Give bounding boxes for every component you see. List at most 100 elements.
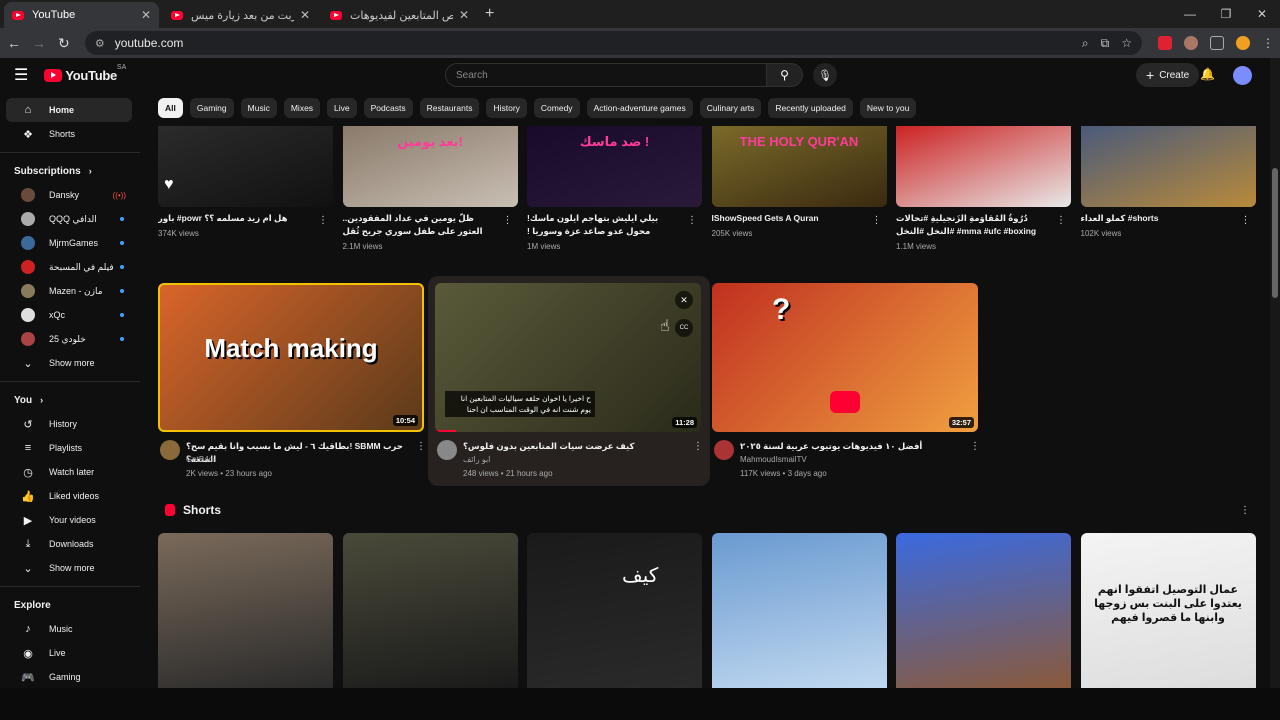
shorts-menu-icon[interactable]: ⋮: [1240, 505, 1250, 516]
chip-podcasts[interactable]: Podcasts: [363, 98, 413, 118]
short-thumbnail[interactable]: [342, 533, 518, 688]
subscriptions-heading[interactable]: Subscriptions ›: [0, 159, 140, 183]
sidebar-item-watch-later[interactable]: ◷ Watch later: [6, 460, 132, 484]
sidebar-subscription-item[interactable]: خلودي 25: [6, 327, 132, 351]
sidebar-subscription-item[interactable]: Dansky ((•)): [6, 183, 132, 207]
sidebar-item-liked-videos[interactable]: 👍 Liked videos: [6, 484, 132, 508]
account-avatar[interactable]: [1233, 66, 1252, 85]
video-title[interactable]: ظلّ يومين في عداد المفقودين.. العثور على…: [343, 212, 498, 238]
menu-icon[interactable]: ☰: [14, 65, 28, 85]
channel-avatar[interactable]: [437, 440, 457, 460]
video-thumbnail[interactable]: ح اخيرا يا اخوان حلقه سياليات المتابعين …: [435, 283, 701, 432]
close-window-icon[interactable]: ✕: [1244, 0, 1280, 28]
chip-mixes[interactable]: Mixes: [283, 98, 321, 118]
chip-comedy[interactable]: Comedy: [533, 98, 580, 118]
sidebar-subscription-item[interactable]: فيلم في المسبحة: [6, 255, 132, 279]
video-menu-icon[interactable]: ⋮: [503, 215, 513, 226]
page-scrollbar[interactable]: [1270, 58, 1280, 688]
create-button[interactable]: + Create: [1136, 63, 1200, 87]
video-menu-icon[interactable]: ⋮: [872, 215, 882, 226]
forward-icon[interactable]: →: [28, 32, 50, 54]
video-thumbnail[interactable]: THE HOLY QUR'AN: [711, 126, 887, 207]
bookmark-star-icon[interactable]: ☆: [1121, 36, 1132, 50]
video-title[interactable]: بيلي ايليش بتهاجم ايلون ماسك! محول عدو ص…: [527, 212, 682, 238]
chip-action-adventure-games[interactable]: Action-adventure games: [586, 98, 693, 118]
close-tab-icon[interactable]: ✕: [459, 8, 469, 22]
minimize-icon[interactable]: —: [1172, 0, 1208, 28]
site-info-icon[interactable]: ⚙: [95, 37, 105, 50]
short-thumbnail[interactable]: [711, 533, 887, 688]
video-thumbnail[interactable]: [158, 126, 333, 207]
video-thumbnail[interactable]: بعد يومين!: [342, 126, 518, 207]
video-title[interactable]: دُرُوةُ المُقاوَمةِ الزَنجيليةِ #تحالات …: [896, 212, 1051, 238]
video-title[interactable]: كيف عرضت سيات المتابعين بدون فلوس؟: [463, 440, 693, 453]
video-thumbnail[interactable]: Match making 10:54: [158, 283, 424, 432]
chip-music[interactable]: Music: [240, 98, 277, 118]
install-app-icon[interactable]: ⧉: [1101, 36, 1110, 51]
captions-icon[interactable]: CC: [675, 319, 693, 337]
new-tab-plus-icon[interactable]: +: [485, 5, 494, 23]
sidebar-item-show-more[interactable]: ⌄ Show more: [6, 556, 132, 580]
extensions-puzzle-icon[interactable]: [1209, 36, 1224, 50]
reload-icon[interactable]: ↻: [53, 32, 75, 54]
browser-menu-icon[interactable]: ⋮: [1262, 36, 1274, 50]
search-button[interactable]: ⚲: [767, 63, 803, 87]
you-heading[interactable]: You ›: [0, 388, 140, 412]
chip-new-to-you[interactable]: New to you: [859, 98, 917, 118]
browser-tab[interactable]: حولت قصص المتابعين لفيديوهات ✕: [322, 2, 477, 28]
video-menu-icon[interactable]: ⋮: [687, 215, 697, 226]
mute-icon[interactable]: ✕: [675, 291, 693, 309]
browser-tab[interactable]: YouTube ✕: [4, 2, 159, 28]
short-thumbnail[interactable]: [158, 533, 333, 688]
address-bar[interactable]: ⚙ youtube.com ⌕ ⧉ ☆: [84, 31, 1142, 55]
chip-all[interactable]: All: [158, 98, 183, 118]
browser-tab[interactable]: الهند خربت من بعد زيارة ميس... ✕: [163, 2, 318, 28]
video-thumbnail[interactable]: [1080, 126, 1256, 207]
sidebar-item-home[interactable]: ⌂ Home: [6, 98, 132, 122]
sidebar-item-downloads[interactable]: ⤓ Downloads: [6, 532, 132, 556]
close-tab-icon[interactable]: ✕: [141, 8, 151, 22]
sidebar-subscription-item[interactable]: QQQ الدافي: [6, 207, 132, 231]
chip-restaurants[interactable]: Restaurants: [419, 98, 480, 118]
video-title[interactable]: أفضل ١٠ فيديوهات يوتيوب عربية لسنة ٢٠٢٥: [740, 440, 970, 453]
restore-icon[interactable]: ❐: [1208, 0, 1244, 28]
sidebar-item-music[interactable]: ♪ Music: [6, 617, 132, 641]
extension-icon[interactable]: [1183, 36, 1198, 50]
sidebar-item-gaming[interactable]: 🎮 Gaming: [6, 665, 132, 689]
youtube-logo[interactable]: YouTube SA: [44, 64, 126, 83]
short-thumbnail[interactable]: [896, 533, 1071, 688]
video-thumbnail[interactable]: ? 32:57: [712, 283, 978, 432]
sidebar-item-your-videos[interactable]: ▶ Your videos: [6, 508, 132, 532]
sidebar-item-playlists[interactable]: ≡ Playlists: [6, 436, 132, 460]
video-thumbnail[interactable]: ضد ماسك !: [527, 126, 702, 207]
back-icon[interactable]: ←: [3, 32, 25, 54]
channel-name[interactable]: MahmoudIsmailTV: [740, 455, 807, 464]
sidebar-item-shorts[interactable]: ❖ Shorts: [6, 122, 132, 146]
video-menu-icon[interactable]: ⋮: [1241, 215, 1251, 226]
short-thumbnail[interactable]: عمال التوصيل اتفقوا انهم يعتدوا على البن…: [1080, 533, 1256, 688]
chip-live[interactable]: Live: [327, 98, 357, 118]
zoom-icon[interactable]: ⌕: [1082, 36, 1089, 51]
video-menu-icon[interactable]: ⋮: [693, 441, 703, 452]
video-menu-icon[interactable]: ⋮: [1056, 215, 1066, 226]
chip-culinary-arts[interactable]: Culinary arts: [699, 98, 762, 118]
sidebar-subscription-item[interactable]: xQc: [6, 303, 132, 327]
sidebar-subscription-item[interactable]: Mazen - مازن: [6, 279, 132, 303]
chip-recently-uploaded[interactable]: Recently uploaded: [768, 98, 853, 118]
sidebar-item-live[interactable]: ◉ Live: [6, 641, 132, 665]
video-menu-icon[interactable]: ⋮: [970, 441, 980, 452]
channel-name[interactable]: ابو رائف: [463, 455, 490, 464]
video-menu-icon[interactable]: ⋮: [318, 215, 328, 226]
chip-history[interactable]: History: [486, 98, 527, 118]
video-title[interactable]: IShowSpeed Gets A Quran: [712, 212, 867, 225]
profile-avatar[interactable]: [1235, 36, 1250, 50]
voice-search-button[interactable]: 🎙: [813, 63, 837, 87]
video-title[interactable]: باور #powr هل ام زيد مسلمه ؟؟: [158, 212, 313, 225]
short-thumbnail[interactable]: كيف: [527, 533, 702, 688]
sidebar-subscription-item[interactable]: MjrmGames: [6, 231, 132, 255]
channel-name[interactable]: GetB4di: [186, 455, 215, 464]
subs-show-more[interactable]: ⌄ Show more: [6, 351, 132, 375]
extension-icon[interactable]: [1157, 36, 1172, 50]
channel-avatar[interactable]: [160, 440, 180, 460]
search-input[interactable]: Search: [445, 63, 767, 87]
